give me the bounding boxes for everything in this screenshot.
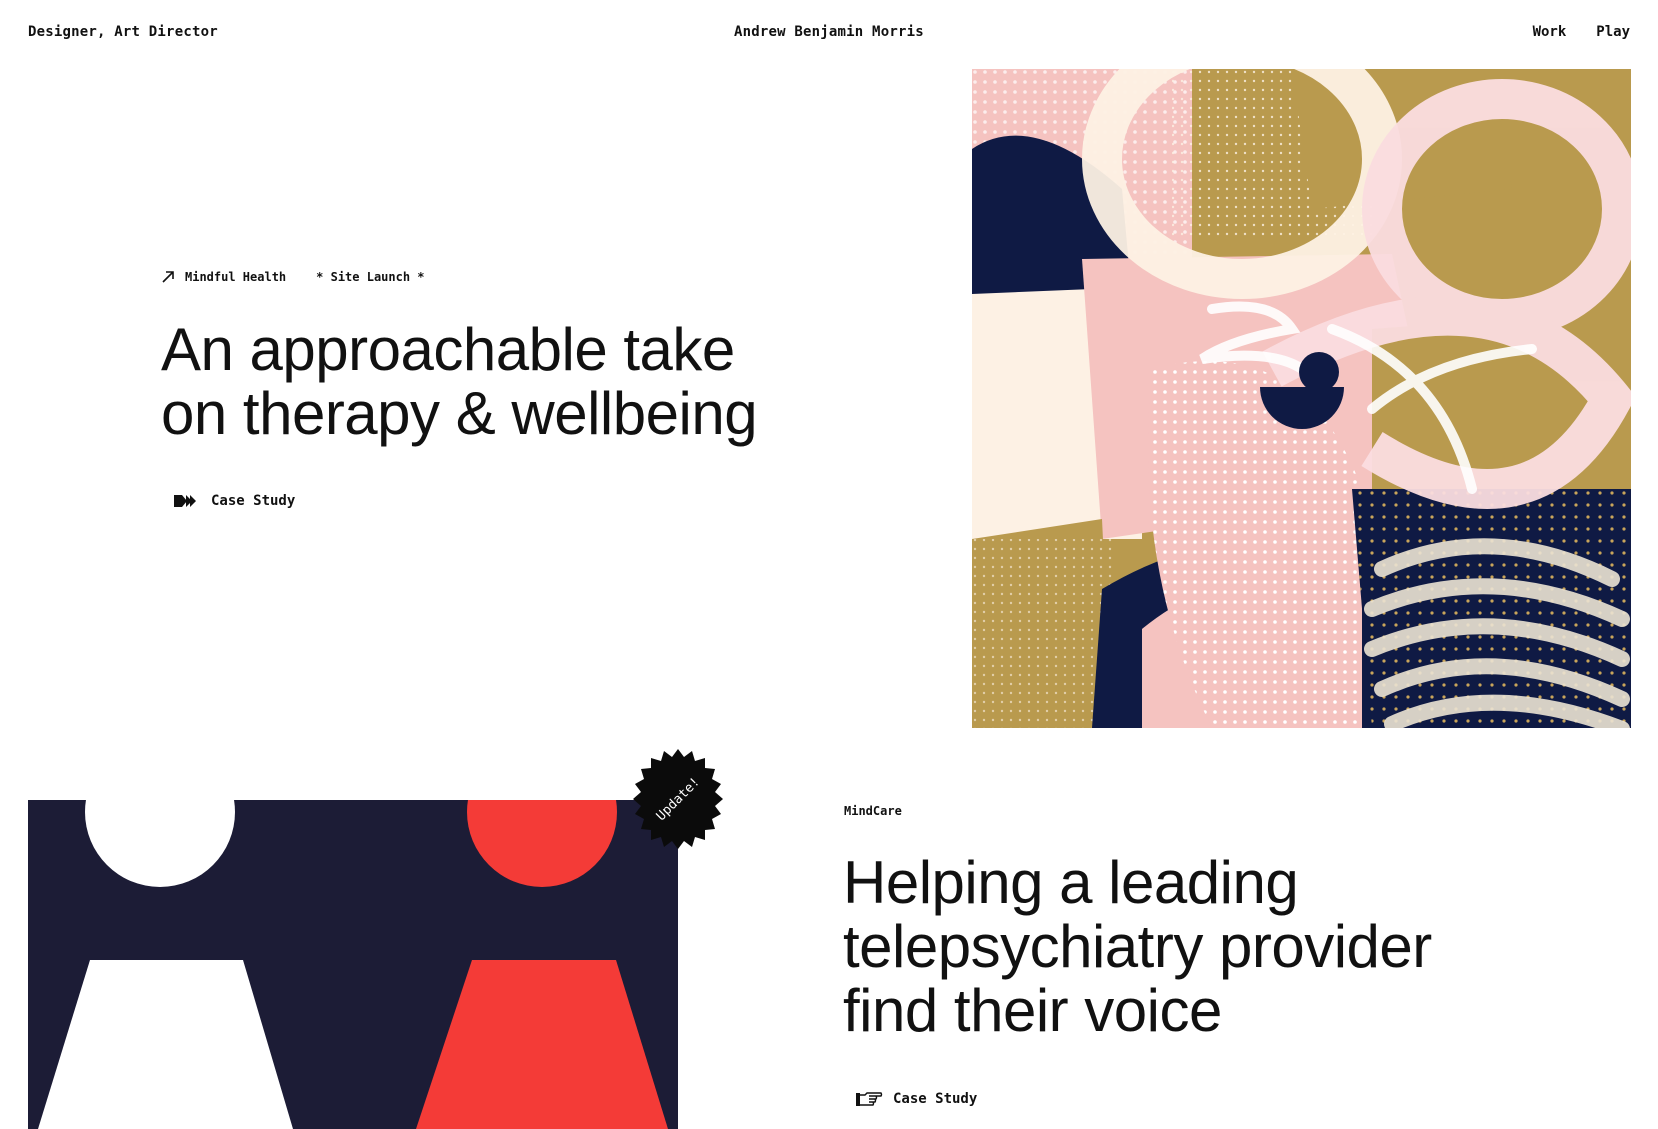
title-line: telepsychiatry provider [843, 913, 1432, 980]
figures-illustration [28, 800, 678, 1129]
nav-link-work[interactable]: Work [1533, 24, 1567, 40]
project-client: Mindful Health [185, 270, 287, 284]
project-title: Helping a leading telepsychiatry provide… [843, 851, 1623, 1043]
header-role: Designer, Art Director [28, 24, 218, 40]
case-study-link[interactable]: Case Study [855, 1090, 977, 1108]
project-client: MindCare [844, 804, 902, 818]
abstract-illustration [972, 69, 1631, 728]
project-tag: * Site Launch * [316, 270, 425, 284]
project-artwork-figures[interactable] [28, 800, 678, 1129]
pointing-hand-icon [856, 1092, 883, 1106]
update-badge: Update! [628, 749, 728, 849]
title-line: Helping a leading [843, 849, 1299, 916]
project-artwork-abstract[interactable] [972, 69, 1631, 728]
double-arrow-icon [174, 495, 196, 507]
site-owner-name[interactable]: Andrew Benjamin Morris [734, 24, 924, 40]
arrow-up-right-icon [162, 271, 174, 283]
title-line: find their voice [843, 977, 1222, 1044]
case-study-label: Case Study [211, 493, 296, 509]
case-study-label: Case Study [893, 1091, 978, 1107]
project-title: An approachable take on therapy & wellbe… [161, 318, 861, 446]
title-line: on therapy & wellbeing [161, 380, 758, 447]
main-nav: Work Play [1533, 24, 1630, 40]
nav-link-play[interactable]: Play [1596, 24, 1630, 40]
title-line: An approachable take [161, 316, 735, 383]
case-study-link[interactable]: Case Study [173, 493, 295, 509]
project-meta: Mindful Health * Site Launch * [161, 270, 425, 284]
